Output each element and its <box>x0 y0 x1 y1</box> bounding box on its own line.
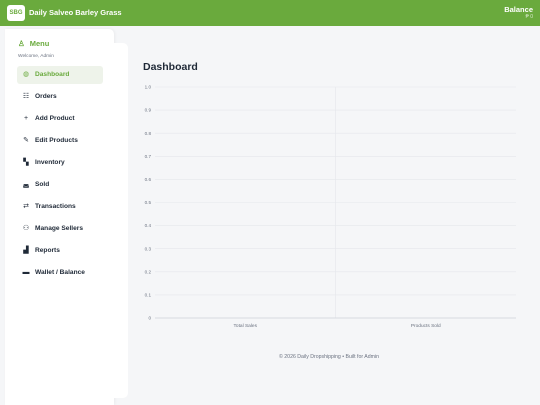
y-tick-label: 0 <box>148 316 151 321</box>
top-bar: SBG Daily Salveo Barley Grass Balance ₱ … <box>0 0 540 26</box>
dashboard-chart: 0 0.1 0.2 0.3 0.4 0.5 0.6 0.7 0.8 0.9 1.0 Total Sal… <box>145 85 516 329</box>
sidebar-item-label: Dashboard <box>35 71 70 78</box>
sidebar-item-edit-products[interactable]: ✎ Edit Products <box>17 132 103 150</box>
menu-header[interactable]: ♙ Menu <box>18 39 49 48</box>
edit-icon: ✎ <box>23 137 29 144</box>
sidebar-item-label: Edit Products <box>35 137 78 144</box>
basket-icon: ◛ <box>22 181 30 188</box>
y-tick-label: 0.3 <box>145 246 152 251</box>
y-tick-label: 0.7 <box>145 154 152 159</box>
balance-label: Balance <box>504 5 533 14</box>
brand-logo[interactable]: SBG <box>7 5 25 21</box>
x-tick-label: Total Sales <box>234 323 258 329</box>
exchange-icon: ⇄ <box>23 203 29 210</box>
y-tick-label: 0.2 <box>145 269 152 274</box>
sidebar-nav: ◍ Dashboard ☷ Orders + Add Product ✎ Edi… <box>17 66 103 286</box>
x-tick-label: Products Sold <box>411 323 441 329</box>
sidebar-item-transactions[interactable]: ⇄ Transactions <box>17 198 103 216</box>
sidebar: ♙ Menu Welcome, Admin ◍ Dashboard ☷ Order… <box>5 29 114 405</box>
sidebar-item-label: Add Product <box>35 115 75 122</box>
sidebar-item-label: Manage Sellers <box>35 225 84 232</box>
sidebar-item-dashboard[interactable]: ◍ Dashboard <box>17 66 103 84</box>
content-card <box>114 43 128 398</box>
y-tick-label: 0.6 <box>145 177 152 182</box>
y-tick-label: 0.4 <box>145 223 152 228</box>
sidebar-item-label: Orders <box>35 93 57 100</box>
dashboard-icon: ◍ <box>22 71 30 78</box>
sidebar-item-manage-sellers[interactable]: ⚇ Manage Sellers <box>17 220 103 238</box>
chart-icon: ▟ <box>23 247 29 254</box>
sidebar-item-sold[interactable]: ◛ Sold <box>17 176 103 194</box>
sidebar-item-add-product[interactable]: + Add Product <box>17 110 103 128</box>
wallet-icon: ▬ <box>22 269 30 276</box>
sidebar-item-label: Sold <box>35 181 50 188</box>
sidebar-item-wallet[interactable]: ▬ Wallet / Balance <box>17 264 103 282</box>
sidebar-item-orders[interactable]: ☷ Orders <box>17 88 103 106</box>
menu-label: Menu <box>29 39 50 48</box>
plus-icon: + <box>23 115 29 122</box>
sidebar-item-reports[interactable]: ▟ Reports <box>17 242 103 260</box>
y-tick-label: 0.8 <box>145 131 152 136</box>
sidebar-item-inventory[interactable]: ▚ Inventory <box>17 154 103 172</box>
sidebar-item-label: Inventory <box>35 159 65 166</box>
sidebar-item-label: Wallet / Balance <box>35 269 85 276</box>
y-tick-label: 1.0 <box>145 85 152 90</box>
sidebar-item-label: Transactions <box>35 203 76 210</box>
sidebar-item-label: Reports <box>35 247 60 254</box>
y-tick-label: 0.5 <box>145 200 152 205</box>
welcome-text: Welcome, Admin <box>18 54 54 59</box>
balance-value: ₱ 0 <box>525 14 533 20</box>
list-icon: ☷ <box>22 93 30 100</box>
page-title: Dashboard <box>143 61 198 73</box>
users-icon: ⚇ <box>22 225 30 232</box>
footer-text: © 2026 Daily Dropshipping • Built for Ad… <box>279 354 379 360</box>
menu-person-icon: ♙ <box>18 39 25 48</box>
y-tick-label: 0.1 <box>145 293 152 298</box>
app-title[interactable]: Daily Salveo Barley Grass <box>29 8 122 17</box>
boxes-icon: ▚ <box>23 159 29 166</box>
y-tick-label: 0.9 <box>145 108 152 113</box>
